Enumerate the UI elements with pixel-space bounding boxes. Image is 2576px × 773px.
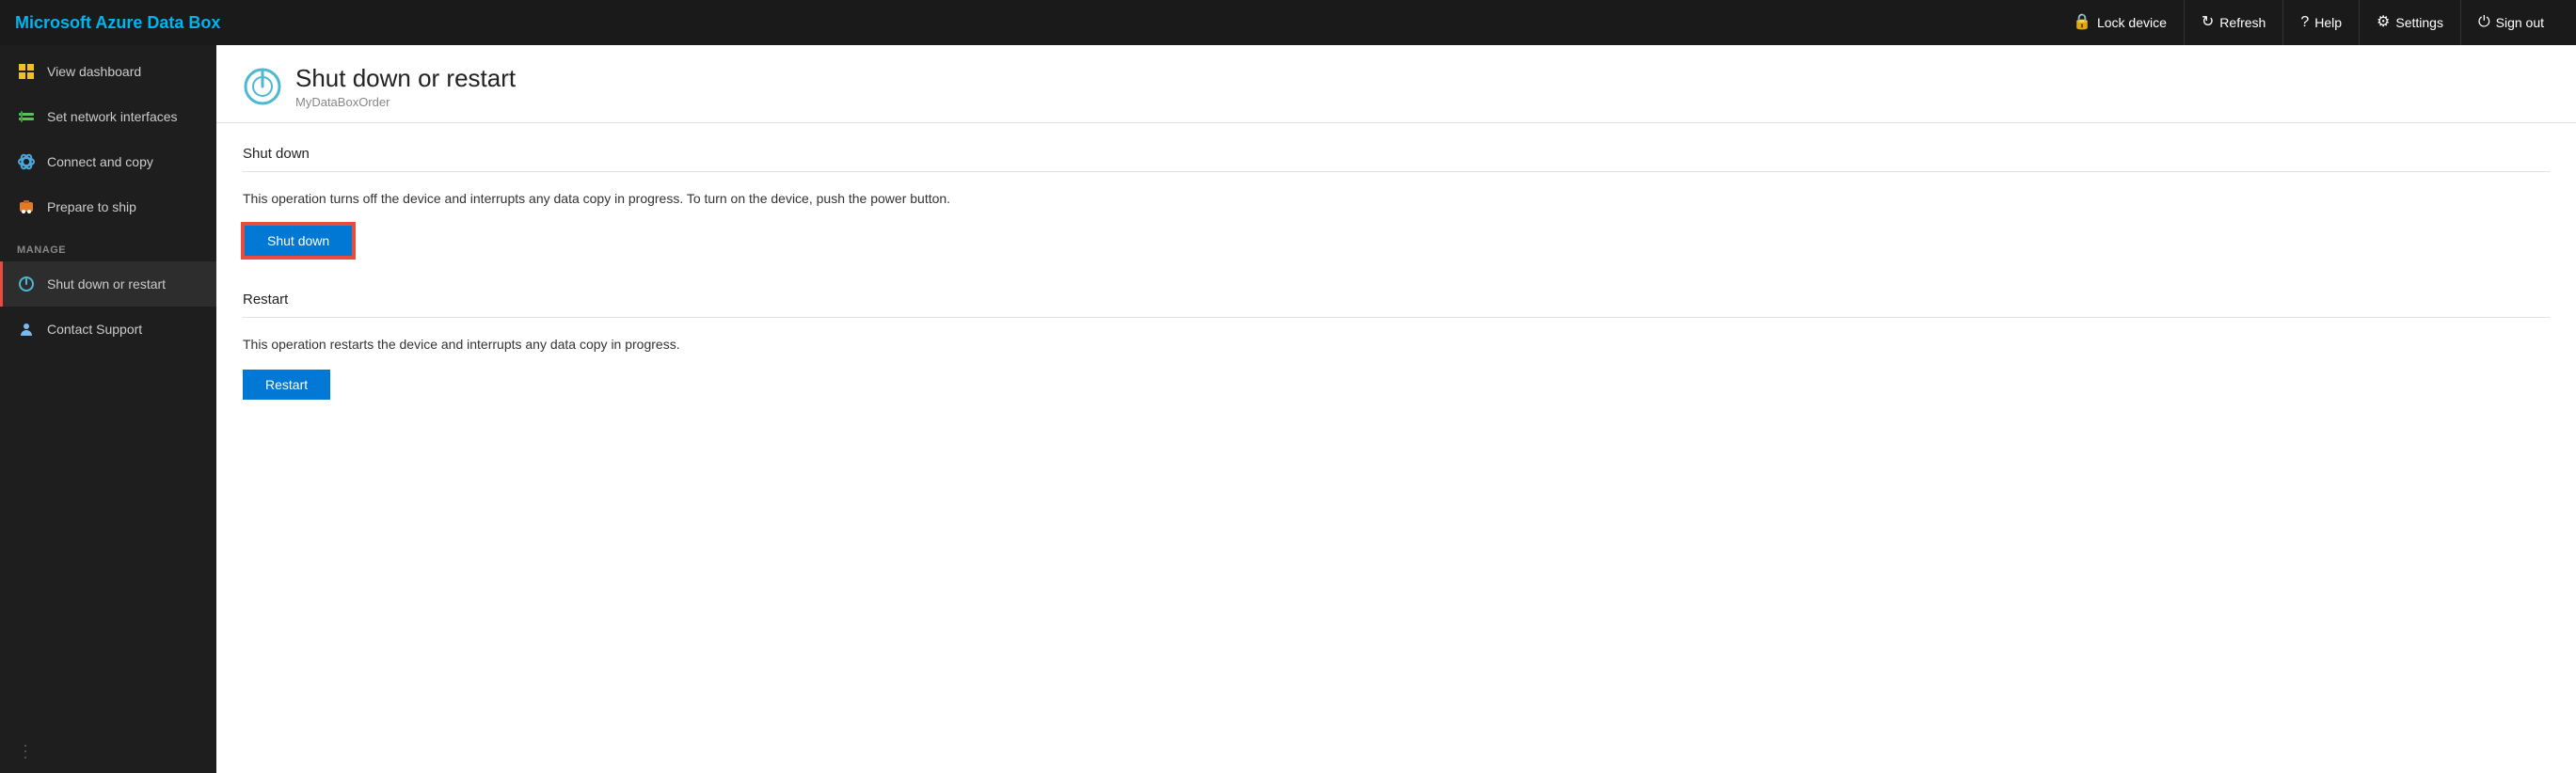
sidebar-item-contact-support[interactable]: Contact Support [0,307,216,352]
shutdown-section: Shut down This operation turns off the d… [243,146,2550,284]
signout-icon: ⏻ [2478,15,2490,30]
ship-icon [17,197,36,216]
page-title-group: Shut down or restart MyDataBoxOrder [295,64,516,109]
drag-handle: ⋮ [0,731,216,773]
restart-section: Restart This operation restarts the devi… [243,292,2550,426]
sidebar-label-contact-support: Contact Support [47,322,142,337]
topnav-actions: 🔒 Lock device ↻ Refresh ? Help ⚙ Setting… [2056,0,2561,45]
refresh-icon: ↻ [2202,15,2214,30]
sidebar-label-set-network: Set network interfaces [47,109,178,124]
page-header: Shut down or restart MyDataBoxOrder [216,45,2576,123]
brand-title: Microsoft Azure Data Box [15,13,220,33]
refresh-button[interactable]: ↻ Refresh [2184,0,2282,45]
sidebar-label-connect-copy: Connect and copy [47,154,153,169]
help-icon: ? [2300,15,2309,30]
restart-description: This operation restarts the device and i… [243,335,2550,355]
page-header-icon [243,67,282,106]
sidebar-item-connect-copy[interactable]: Connect and copy [0,139,216,184]
shutdown-button[interactable]: Shut down [243,224,354,258]
page-body: Shut down This operation turns off the d… [216,123,2576,456]
sidebar-item-view-dashboard[interactable]: View dashboard [0,49,216,94]
dashboard-icon [17,62,36,81]
manage-section-label: MANAGE [0,229,216,261]
sidebar-label-shut-down-restart: Shut down or restart [47,276,166,292]
restart-section-title: Restart [243,292,2550,318]
shutdown-section-title: Shut down [243,146,2550,172]
settings-button[interactable]: ⚙ Settings [2359,0,2460,45]
lock-device-button[interactable]: 🔒 Lock device [2056,0,2184,45]
page-title: Shut down or restart [295,64,516,93]
top-nav: Microsoft Azure Data Box 🔒 Lock device ↻… [0,0,2576,45]
main-layout: View dashboard Set network interfaces [0,45,2576,773]
sidebar-label-view-dashboard: View dashboard [47,64,141,79]
network-icon [17,107,36,126]
shutdown-description: This operation turns off the device and … [243,189,2550,209]
sidebar-item-shut-down-restart[interactable]: Shut down or restart [0,261,216,307]
sidebar-item-prepare-ship[interactable]: Prepare to ship [0,184,216,229]
help-button[interactable]: ? Help [2282,0,2359,45]
main-content: Shut down or restart MyDataBoxOrder Shut… [216,45,2576,773]
restart-button[interactable]: Restart [243,370,330,400]
copy-icon [17,152,36,171]
shutdown-icon [17,275,36,293]
sidebar: View dashboard Set network interfaces [0,45,216,773]
sign-out-button[interactable]: ⏻ Sign out [2460,0,2561,45]
lock-icon: 🔒 [2073,15,2091,30]
support-icon [17,320,36,339]
sidebar-item-set-network[interactable]: Set network interfaces [0,94,216,139]
page-subtitle: MyDataBoxOrder [295,95,516,109]
sidebar-label-prepare-ship: Prepare to ship [47,199,136,214]
settings-icon: ⚙ [2377,15,2390,30]
